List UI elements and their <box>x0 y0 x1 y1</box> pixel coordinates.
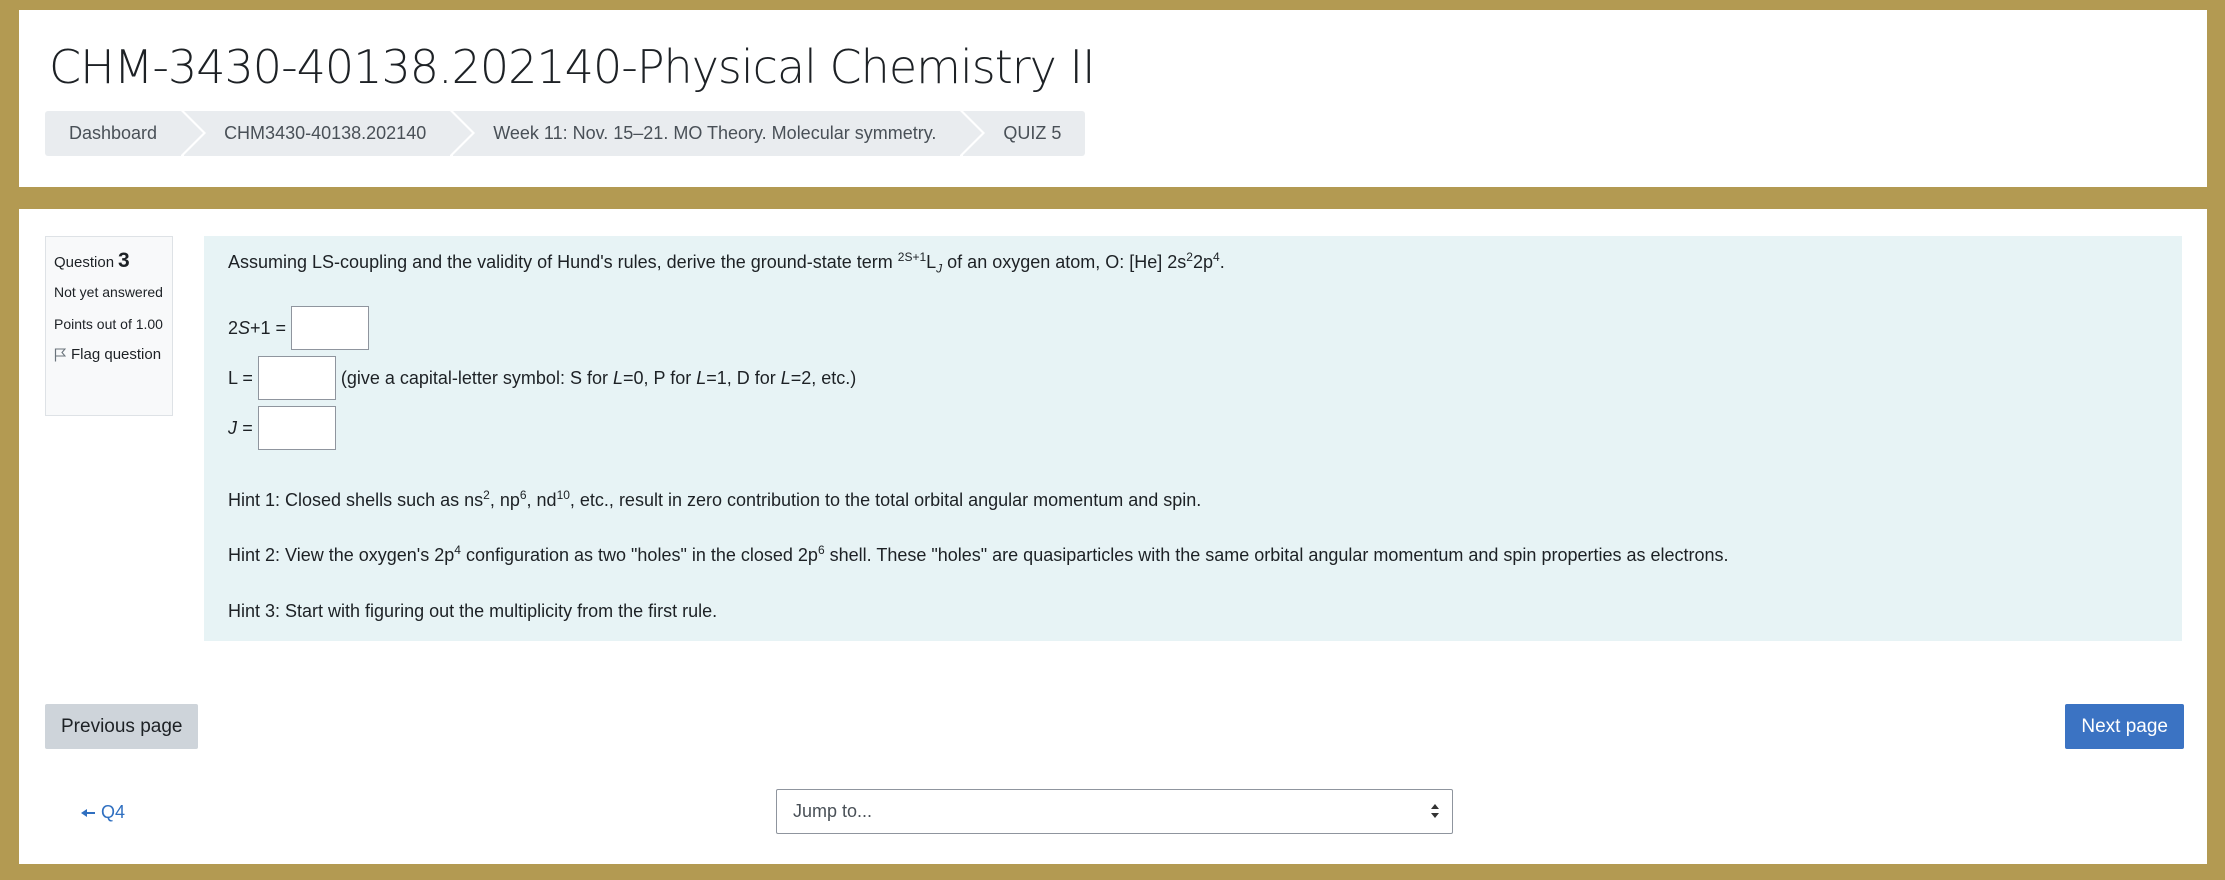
config-end: . <box>1219 252 1225 272</box>
next-page-button[interactable]: Next page <box>2065 704 2184 749</box>
multiplicity-label: 2S+1 = <box>228 317 287 338</box>
breadcrumb: Dashboard CHM3430-40138.202140 Week 11: … <box>45 111 1088 156</box>
arrow-left-icon <box>81 808 95 817</box>
jump-to-select[interactable]: Jump to... <box>776 789 1453 834</box>
hint-3: Hint 3: Start with figuring out the mult… <box>228 601 718 621</box>
question-number-value: 3 <box>117 249 130 272</box>
page-header: CHM-3430-40138.202140-Physical Chemistry… <box>19 10 2207 187</box>
question-content: Assuming LS-coupling and the validity of… <box>204 236 2182 641</box>
question-state: Not yet answered <box>54 284 163 300</box>
config-orbital: 2p <box>1192 252 1214 272</box>
question-text-atom: of an oxygen atom, O: [He] 2s <box>942 252 1187 272</box>
answer-row-multiplicity: 2S+1 = <box>228 306 374 350</box>
previous-page-button[interactable]: Previous page <box>45 704 199 749</box>
answer-row-J: J = <box>228 406 341 450</box>
J-label: J = <box>228 417 253 438</box>
flag-icon <box>54 347 66 361</box>
term-symbol: L <box>926 252 937 272</box>
config-superscript-1: 2 <box>1186 250 1193 264</box>
flag-question-label: Flag question <box>71 346 162 363</box>
question-label: Question <box>54 254 115 271</box>
answer-row-L: L = (give a capital-letter symbol: S for… <box>228 356 856 400</box>
multiplicity-input[interactable] <box>291 306 370 350</box>
L-input[interactable] <box>257 356 336 400</box>
breadcrumb-item-course[interactable]: CHM3430-40138.202140 <box>184 111 473 156</box>
question-text: Assuming LS-coupling and the validity of… <box>228 250 1225 275</box>
question-text-intro: Assuming LS-coupling and the validity of… <box>228 252 898 272</box>
quiz-main: Question 3 Not yet answered Points out o… <box>19 209 2207 864</box>
J-input[interactable] <box>257 406 336 450</box>
L-instructions: (give a capital-letter symbol: S for L=0… <box>340 367 857 388</box>
question-info-panel: Question 3 Not yet answered Points out o… <box>45 236 173 416</box>
L-label: L = <box>228 367 253 388</box>
question-number: Question 3 <box>54 249 164 273</box>
term-superscript: 2S+1 <box>897 250 927 264</box>
previous-question-link[interactable]: Q4 <box>81 802 125 823</box>
course-title: CHM-3430-40138.202140-Physical Chemistry… <box>49 40 1096 94</box>
flag-question-button[interactable]: Flag question <box>54 346 164 363</box>
breadcrumb-item-week[interactable]: Week 11: Nov. 15–21. MO Theory. Molecula… <box>453 111 983 156</box>
breadcrumb-item-dashboard[interactable]: Dashboard <box>45 111 204 156</box>
select-arrows-icon <box>1431 804 1439 818</box>
hint-2: Hint 2: View the oxygen's 2p4 configurat… <box>228 543 1729 565</box>
config-superscript-2: 4 <box>1213 250 1220 264</box>
hint-1: Hint 1: Closed shells such as ns2, np6, … <box>228 488 1202 510</box>
question-grade: Points out of 1.00 <box>54 316 163 332</box>
jump-to-value: Jump to... <box>793 801 873 821</box>
previous-question-label: Q4 <box>101 802 126 822</box>
